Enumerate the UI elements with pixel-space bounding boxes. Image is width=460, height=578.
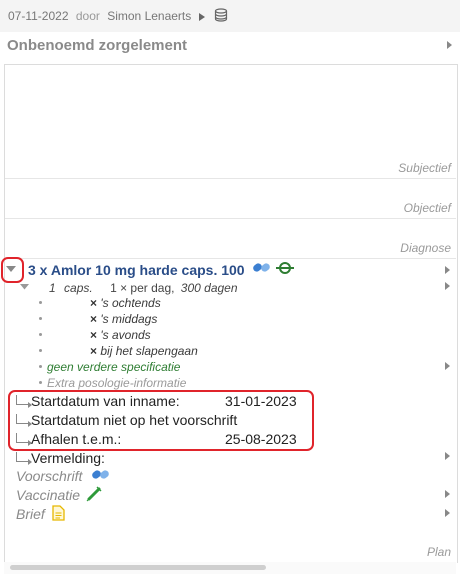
mention-row[interactable]: Vermelding: [16,450,105,466]
mention-expand-icon[interactable] [445,452,450,460]
schedule-label: bij het slapengaan [100,344,198,358]
schedule-label: 's ochtends [100,296,161,310]
section-diagnose[interactable]: Diagnose [300,241,451,255]
syringe-icon[interactable] [86,486,102,502]
schedule-evening[interactable]: × 's avonds [90,328,151,342]
bullet-dot [39,333,42,336]
bullet-dot [39,317,42,320]
document-icon[interactable] [52,505,65,521]
schedule-morning[interactable]: × 's ochtends [90,296,161,310]
no-substitution-icon [276,262,294,274]
no-specification[interactable]: geen verdere specificatie [47,360,180,374]
title-expand-icon[interactable] [447,41,452,49]
mention-label: Vermelding: [31,450,105,466]
schedule-mark: × [90,312,98,326]
start-date-value[interactable]: 31-01-2023 [225,393,297,409]
schedule-label: 's avonds [100,328,151,342]
dosage-frequency: 1 × per dag, [110,281,175,295]
horizontal-scrollbar-thumb[interactable] [10,565,266,570]
header-meta: 07-11-2022 door Simon Lenaerts [8,8,228,23]
start-not-on-prescription: Startdatum niet op het voorschrift [31,412,238,428]
schedule-mark: × [90,296,98,310]
specification-expand-icon[interactable] [445,362,450,370]
capsule-icon[interactable] [91,468,111,482]
page-title: Onbenoemd zorgelement [7,37,188,54]
pickup-value[interactable]: 25-08-2023 [225,431,297,447]
sub-arrow-icon [16,395,32,408]
schedule-bedtime[interactable]: × bij het slapengaan [90,344,198,358]
dosage-duration: 300 dagen [180,281,238,295]
bullet-dot [39,349,42,352]
bullet-dot [39,365,42,368]
sub-arrow-icon [16,414,32,427]
dosage-unit: caps. [64,281,93,295]
dosage-expand-icon[interactable] [445,282,450,290]
divider [5,218,456,219]
play-icon[interactable] [198,12,205,21]
by-label: door [75,9,100,23]
schedule-noon[interactable]: × 's middags [90,312,157,326]
date-text: 07-11-2022 [8,9,69,23]
sub-arrow-icon [16,452,32,465]
divider [5,178,456,179]
section-plan[interactable]: Plan [300,545,451,559]
schedule-mark: × [90,344,98,358]
medication-title[interactable]: 3 x Amlor 10 mg harde caps. 100 [28,262,245,278]
vaccination-link[interactable]: Vaccinatie [16,487,80,503]
start-date-label: Startdatum van inname: [31,393,180,409]
schedule-mark: × [90,328,98,342]
medication-expand-icon[interactable] [445,266,450,274]
letter-link[interactable]: Brief [16,506,45,522]
section-objectief[interactable]: Objectief [300,201,451,215]
stack-icon[interactable] [214,8,228,22]
letter-expand-icon[interactable] [445,509,450,517]
dosage-line[interactable]: 1 caps. 1 × per dag, 300 dagen [49,281,238,295]
capsule-icon [253,263,270,272]
sub-arrow-icon [16,433,32,446]
bullet-dot [39,381,42,384]
dosage-chevron-icon[interactable] [20,284,29,290]
pickup-row[interactable]: Afhalen t.e.m.: [16,431,121,447]
dosage-amount: 1 [49,281,56,295]
divider [5,258,456,259]
start-not-on-prescription-row[interactable]: Startdatum niet op het voorschrift [16,412,237,428]
collapse-chevron-icon[interactable] [6,266,16,273]
start-date-row[interactable]: Startdatum van inname: [16,393,180,409]
pickup-label: Afhalen t.e.m.: [31,431,122,447]
bullet-dot [39,301,42,304]
schedule-label: 's middags [100,312,158,326]
prescription-link[interactable]: Voorschrift [16,468,82,484]
vaccination-expand-icon[interactable] [445,490,450,498]
section-subjectief[interactable]: Subjectief [300,161,451,175]
author-name[interactable]: Simon Lenaerts [107,9,191,23]
extra-posology-info[interactable]: Extra posologie-informatie [47,376,186,390]
